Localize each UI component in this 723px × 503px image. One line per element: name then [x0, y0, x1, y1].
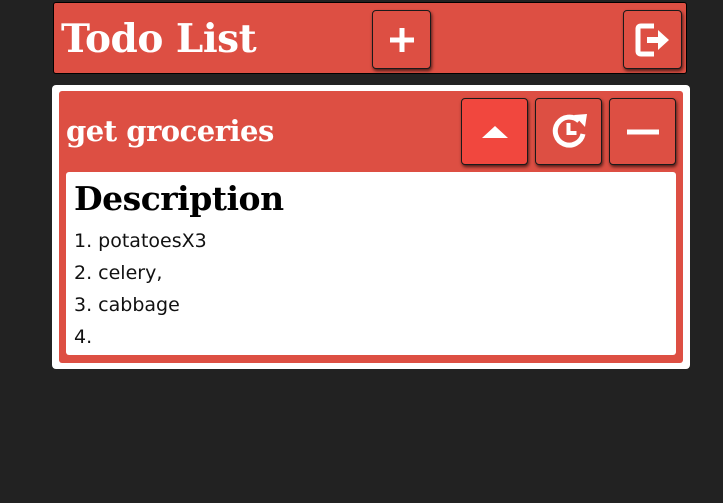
caret-up-icon [481, 125, 508, 138]
description-line: 2. celery, [74, 262, 163, 284]
logout-icon [635, 23, 669, 56]
plus-icon [389, 27, 414, 52]
remove-task-button[interactable] [609, 98, 676, 165]
task-card-body: get groceries Description 1. potatoesX3 [59, 91, 683, 363]
add-task-button[interactable] [372, 10, 431, 69]
recurring-task-button[interactable] [535, 98, 602, 165]
description-line: 1. potatoesX3 [74, 230, 207, 252]
task-title: get groceries [66, 114, 274, 148]
description-panel: Description 1. potatoesX3 2. celery, 3. … [66, 172, 676, 355]
task-card: get groceries Description 1. potatoesX3 [52, 85, 690, 369]
app-header: Todo List [53, 2, 687, 74]
recurring-clock-icon [552, 113, 587, 148]
description-list: 1. potatoesX3 2. celery, 3. cabbage 4. [74, 225, 207, 353]
logout-button[interactable] [623, 10, 682, 69]
description-line: 4. [74, 326, 93, 348]
app-title: Todo List [61, 16, 257, 62]
description-line: 3. cabbage [74, 294, 180, 316]
minus-icon [626, 129, 659, 134]
collapse-task-button[interactable] [461, 98, 528, 165]
description-heading: Description [74, 179, 284, 218]
